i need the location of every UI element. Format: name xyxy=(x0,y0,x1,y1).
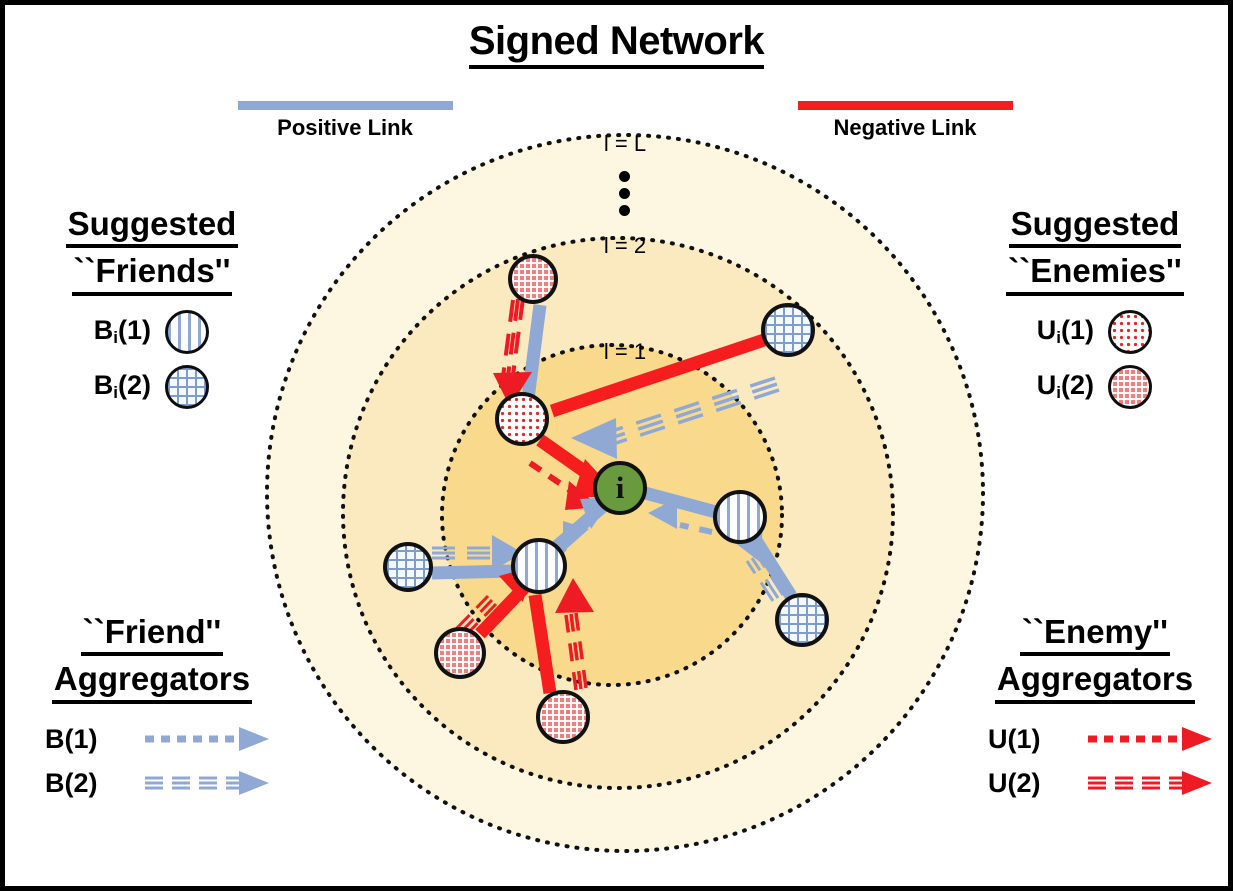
ring-label-l-1: l = 1 xyxy=(603,339,647,364)
signed-network-graph: l = L l = 2 l = 1 i xyxy=(260,115,990,880)
graph-node-friend-2-left[interactable] xyxy=(383,542,433,592)
b2-arrow-icon xyxy=(145,771,269,796)
graph-node-enemy-2-lowerleft[interactable] xyxy=(434,627,486,679)
enemy-aggregators-heading-line2: Aggregators xyxy=(994,660,1196,704)
center-node-label: i xyxy=(615,470,625,505)
panel-suggested-friends: Suggested ``Friends'' Bi(1) Bi(2) xyxy=(27,205,277,409)
suggested-friends-heading-line2: ``Friends'' xyxy=(71,252,233,296)
graph-node-enemy-1-upper[interactable] xyxy=(495,392,549,446)
b1-label: B(1) xyxy=(45,723,98,754)
suggested-friends-heading: Suggested ``Friends'' xyxy=(27,205,277,296)
b1-arrow-icon xyxy=(145,727,269,752)
legend-item-friend-1: Bi(1) xyxy=(55,309,277,354)
suggested-friends-heading-line1: Suggested xyxy=(65,205,239,249)
legend-item-u1-aggregator: U(1) xyxy=(988,724,1220,755)
friend-1-arg: (1) xyxy=(118,315,151,346)
u1-arrow-icon xyxy=(1088,727,1212,752)
u2-label: U(2) xyxy=(988,767,1041,798)
friend-aggregators-heading-line1: ``Friend'' xyxy=(80,613,224,657)
panel-friend-aggregators: ``Friend'' Aggregators B(1) B(2) xyxy=(27,613,277,799)
u2-arrow-icon xyxy=(1088,771,1212,796)
legend-item-friend-2: Bi(2) xyxy=(55,364,277,409)
friend-1-node-swatch xyxy=(165,309,209,354)
legend-item-u2-aggregator: U(2) xyxy=(988,768,1220,799)
legend-item-b1-aggregator: B(1) xyxy=(45,724,277,755)
graph-node-friend-1-right[interactable] xyxy=(713,490,767,544)
legend-item-b2-aggregator: B(2) xyxy=(45,768,277,799)
legend-item-enemy-2: Ui(2) xyxy=(998,364,1220,409)
friend-aggregators-heading-line2: Aggregators xyxy=(51,660,253,704)
suggested-enemies-heading-line2: ``Enemies'' xyxy=(1006,252,1184,296)
ring-label-l-2: l = 2 xyxy=(603,233,647,258)
graph-node-enemy-2-bottom[interactable] xyxy=(536,690,590,744)
page-title-text: Signed Network xyxy=(468,19,765,69)
friend-1-symbol: Bi(1) xyxy=(93,315,151,348)
legend-item-enemy-1: Ui(1) xyxy=(998,309,1220,354)
enemy-1-node-swatch xyxy=(1108,309,1152,354)
suggested-enemies-heading: Suggested ``Enemies'' xyxy=(970,205,1220,296)
panel-enemy-aggregators: ``Enemy'' Aggregators U(1) U(2) xyxy=(970,613,1220,799)
enemy-2-arg: (2) xyxy=(1061,370,1094,401)
negative-link-swatch xyxy=(797,101,1013,110)
enemy-aggregators-heading-line1: ``Enemy'' xyxy=(1020,613,1170,657)
ring-label-l-L: l = L xyxy=(603,131,647,156)
friend-2-symbol: Bi(2) xyxy=(93,370,151,403)
friend-2-arg: (2) xyxy=(118,370,151,401)
ring-ellipsis xyxy=(619,171,630,216)
graph-node-friend-1-center[interactable] xyxy=(511,538,567,594)
graph-node-friend-2-bottomright[interactable] xyxy=(775,593,829,647)
friend-aggregators-heading: ``Friend'' Aggregators xyxy=(27,613,277,704)
enemy-2-symbol: Ui(2) xyxy=(1036,370,1094,403)
graph-node-friend-2-topright[interactable] xyxy=(761,303,815,357)
u1-label: U(1) xyxy=(988,723,1041,754)
graph-node-enemy-2-upper[interactable] xyxy=(508,254,558,304)
page-title: Signed Network xyxy=(5,19,1228,69)
figure-canvas: Signed Network Positive Link Negative Li… xyxy=(0,0,1233,891)
enemy-1-arg: (1) xyxy=(1061,315,1094,346)
enemy-2-node-swatch xyxy=(1108,364,1152,409)
b2-label: B(2) xyxy=(45,767,98,798)
enemy-aggregators-heading: ``Enemy'' Aggregators xyxy=(970,613,1220,704)
enemy-1-symbol: Ui(1) xyxy=(1036,315,1094,348)
suggested-enemies-heading-line1: Suggested xyxy=(1008,205,1182,249)
friend-2-node-swatch xyxy=(165,364,209,409)
positive-link-swatch xyxy=(237,101,453,110)
panel-suggested-enemies: Suggested ``Enemies'' Ui(1) Ui(2) xyxy=(970,205,1220,409)
graph-node-center-i[interactable]: i xyxy=(593,461,647,515)
